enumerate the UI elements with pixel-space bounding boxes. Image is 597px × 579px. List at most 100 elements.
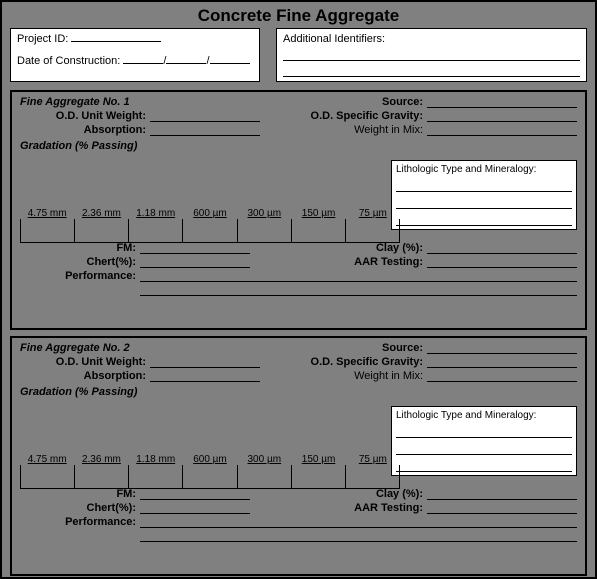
grad-cell-1-3[interactable]: [183, 219, 237, 242]
chert-label-1: Chert(%):: [20, 256, 140, 268]
bottom-fields-1: FM: Clay (%): Chert(%): AAR Testing: Per…: [20, 242, 577, 296]
grad-col-1-2: 1.18 mm: [129, 208, 183, 219]
additional-identifiers-box: Additional Identifiers:: [276, 28, 587, 82]
litho-line-2a[interactable]: [396, 426, 572, 438]
wim-field-2[interactable]: [427, 370, 577, 382]
perf-field-1b[interactable]: [140, 284, 577, 296]
header-row: Project ID: Date of Construction: // Add…: [10, 28, 587, 82]
odw-field-1[interactable]: [150, 110, 260, 122]
litho-line-2b[interactable]: [396, 443, 572, 455]
fm-label-1: FM:: [20, 242, 140, 254]
aar-field-2[interactable]: [427, 502, 577, 514]
date-field-1[interactable]: [123, 63, 163, 64]
perf-label-2: Performance:: [20, 516, 140, 528]
grad-col-2-0: 4.75 mm: [20, 454, 74, 465]
perf-field-2b[interactable]: [140, 530, 577, 542]
grad-cell-2-2[interactable]: [129, 465, 183, 488]
aar-label-1: AAR Testing:: [250, 256, 427, 268]
grad-cell-1-2[interactable]: [129, 219, 183, 242]
litho-line-2c[interactable]: [396, 460, 572, 472]
grad-cell-2-1[interactable]: [75, 465, 129, 488]
grad-cell-1-5[interactable]: [292, 219, 346, 242]
additional-identifiers-line-2[interactable]: [283, 65, 580, 77]
aar-field-1[interactable]: [427, 256, 577, 268]
grad-label-2: Gradation (% Passing): [20, 386, 137, 398]
odw-label-2: O.D. Unit Weight:: [20, 356, 150, 368]
additional-identifiers-label: Additional Identifiers:: [283, 33, 385, 45]
abs-field-1[interactable]: [150, 124, 260, 136]
grad-col-2-2: 1.18 mm: [129, 454, 183, 465]
project-id-field[interactable]: [71, 41, 161, 42]
abs-field-2[interactable]: [150, 370, 260, 382]
odsg-label-1: O.D. Specific Gravity:: [260, 110, 427, 122]
source-field-2[interactable]: [427, 342, 577, 354]
grad-col-1-1: 2.36 mm: [74, 208, 128, 219]
section-2-heading: Fine Aggregate No. 2: [20, 342, 130, 354]
grad-cell-2-3[interactable]: [183, 465, 237, 488]
source-label-2: Source:: [130, 342, 427, 354]
project-box: Project ID: Date of Construction: //: [10, 28, 260, 82]
date-field-3[interactable]: [210, 63, 250, 64]
clay-field-1[interactable]: [427, 242, 577, 254]
page-title: Concrete Fine Aggregate: [10, 6, 587, 26]
section-1-heading: Fine Aggregate No. 1: [20, 96, 130, 108]
grad-col-2-1: 2.36 mm: [74, 454, 128, 465]
litho-label-2: Lithologic Type and Mineralogy:: [396, 410, 536, 421]
additional-identifiers-line-1[interactable]: [283, 49, 580, 61]
perf-field-1a[interactable]: [140, 270, 577, 282]
grad-col-1-3: 600 µm: [183, 208, 237, 219]
odsg-field-1[interactable]: [427, 110, 577, 122]
litho-box-1: Lithologic Type and Mineralogy:: [391, 160, 577, 230]
aggregate-section-1: Fine Aggregate No. 1 Source: O.D. Unit W…: [10, 90, 587, 330]
chert-label-2: Chert(%):: [20, 502, 140, 514]
litho-box-2: Lithologic Type and Mineralogy:: [391, 406, 577, 476]
grad-cell-2-0[interactable]: [20, 465, 75, 488]
litho-line-1b[interactable]: [396, 197, 572, 209]
odw-field-2[interactable]: [150, 356, 260, 368]
grad-cell-1-6[interactable]: [346, 219, 400, 242]
grad-col-2-5: 150 µm: [291, 454, 345, 465]
project-id-label: Project ID:: [17, 33, 68, 45]
fm-label-2: FM:: [20, 488, 140, 500]
grad-cell-1-4[interactable]: [238, 219, 292, 242]
litho-line-1c[interactable]: [396, 214, 572, 226]
gradation-table-1: 4.75 mm 2.36 mm 1.18 mm 600 µm 300 µm 15…: [20, 208, 400, 243]
date-field-2[interactable]: [166, 63, 206, 64]
gradation-table-2: 4.75 mm 2.36 mm 1.18 mm 600 µm 300 µm 15…: [20, 454, 400, 489]
grad-col-1-4: 300 µm: [237, 208, 291, 219]
grad-col-2-6: 75 µm: [346, 454, 400, 465]
grad-cell-2-6[interactable]: [346, 465, 400, 488]
grad-col-1-6: 75 µm: [346, 208, 400, 219]
grad-col-2-3: 600 µm: [183, 454, 237, 465]
source-label-1: Source:: [130, 96, 427, 108]
litho-label-1: Lithologic Type and Mineralogy:: [396, 164, 536, 175]
perf-label-1: Performance:: [20, 270, 140, 282]
abs-label-2: Absorption:: [20, 370, 150, 382]
chert-field-2[interactable]: [140, 502, 250, 514]
grad-cell-2-4[interactable]: [238, 465, 292, 488]
grad-label-1: Gradation (% Passing): [20, 140, 137, 152]
grad-cell-1-1[interactable]: [75, 219, 129, 242]
clay-label-1: Clay (%):: [250, 242, 427, 254]
grad-col-1-0: 4.75 mm: [20, 208, 74, 219]
chert-field-1[interactable]: [140, 256, 250, 268]
source-field-1[interactable]: [427, 96, 577, 108]
odw-label-1: O.D. Unit Weight:: [20, 110, 150, 122]
wim-label-2: Weight in Mix:: [260, 370, 427, 382]
bottom-fields-2: FM: Clay (%): Chert(%): AAR Testing: Per…: [20, 488, 577, 542]
date-label: Date of Construction:: [17, 55, 120, 67]
clay-field-2[interactable]: [427, 488, 577, 500]
perf-field-2a[interactable]: [140, 516, 577, 528]
form-page: Concrete Fine Aggregate Project ID: Date…: [0, 0, 597, 579]
abs-label-1: Absorption:: [20, 124, 150, 136]
wim-field-1[interactable]: [427, 124, 577, 136]
fm-field-1[interactable]: [140, 242, 250, 254]
odsg-label-2: O.D. Specific Gravity:: [260, 356, 427, 368]
grad-cell-2-5[interactable]: [292, 465, 346, 488]
grad-col-1-5: 150 µm: [291, 208, 345, 219]
grad-col-2-4: 300 µm: [237, 454, 291, 465]
fm-field-2[interactable]: [140, 488, 250, 500]
grad-cell-1-0[interactable]: [20, 219, 75, 242]
odsg-field-2[interactable]: [427, 356, 577, 368]
litho-line-1a[interactable]: [396, 180, 572, 192]
